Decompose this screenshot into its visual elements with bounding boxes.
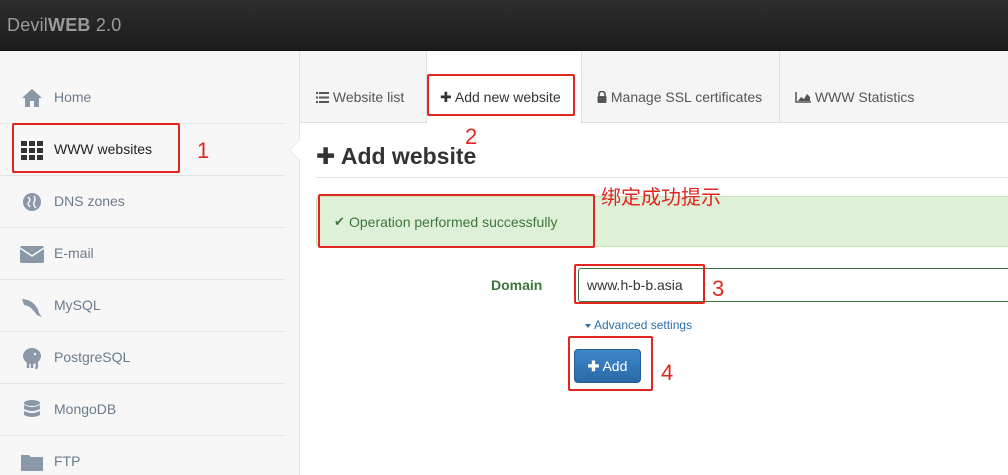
envelope-icon <box>19 246 45 263</box>
elephant-icon <box>23 348 41 370</box>
brand-version: 2.0 <box>90 15 122 35</box>
sidebar-item-label: FTP <box>54 453 81 469</box>
annotation-number-1: 1 <box>197 138 210 163</box>
tab-manage-ssl[interactable]: Manage SSL certificates <box>582 51 780 123</box>
tab-www-statistics[interactable]: WWW Statistics <box>780 51 1008 123</box>
sidebar-item-mongodb[interactable]: MongoDB <box>0 384 285 436</box>
home-icon <box>22 89 42 107</box>
annotation-box-1 <box>12 123 180 173</box>
title-divider <box>316 177 1008 178</box>
caret-down-icon <box>585 323 591 328</box>
sidebar-item-dns-zones[interactable]: DNS zones <box>0 176 285 228</box>
top-navbar: DevilWEB 2.0 <box>0 0 1008 51</box>
tab-website-list[interactable]: Website list <box>300 51 427 123</box>
annotation-box-2 <box>427 74 575 116</box>
advanced-settings-text: Advanced settings <box>594 318 693 332</box>
brand-bold-text: WEB <box>48 15 91 35</box>
dolphin-icon <box>22 299 42 317</box>
plus-icon: ✚ <box>316 143 336 169</box>
annotation-box-3 <box>574 264 705 304</box>
sidebar-item-mysql[interactable]: MySQL <box>0 280 285 332</box>
advanced-settings-link[interactable]: Advanced settings <box>585 318 692 332</box>
annotation-box-success <box>318 194 595 248</box>
database-icon <box>24 400 40 417</box>
sidebar-item-home[interactable]: Home <box>0 72 285 124</box>
chart-icon <box>795 92 811 103</box>
annotation-number-3: 3 <box>712 276 725 301</box>
globe-icon <box>23 193 41 211</box>
lock-icon <box>597 90 607 103</box>
sidebar-item-label: E-mail <box>54 245 94 261</box>
page-title: ✚ Add website <box>316 143 476 170</box>
tab-label: WWW Statistics <box>814 89 915 105</box>
annotation-box-4 <box>568 336 653 391</box>
annotation-number-2: 2 <box>465 124 478 149</box>
sidebar-item-label: DNS zones <box>54 193 125 209</box>
annotation-success-note: 绑定成功提示 <box>601 185 721 209</box>
folder-icon <box>21 455 43 471</box>
sidebar-item-label: Home <box>54 89 92 105</box>
sidebar-item-email[interactable]: E-mail <box>0 228 285 280</box>
tab-label: Website list <box>332 89 405 105</box>
sidebar-item-label: MongoDB <box>54 401 117 417</box>
sidebar-item-ftp[interactable]: FTP <box>0 436 285 475</box>
domain-label: Domain <box>491 277 543 293</box>
annotation-number-4: 4 <box>661 360 674 385</box>
list-icon <box>316 92 329 103</box>
active-pointer <box>290 140 300 160</box>
sidebar-item-postgresql[interactable]: PostgreSQL <box>0 332 285 384</box>
sidebar-item-label: PostgreSQL <box>54 349 131 365</box>
app-brand[interactable]: DevilWEB 2.0 <box>7 15 121 36</box>
page-title-text: Add website <box>340 143 477 169</box>
sidebar-item-label: MySQL <box>54 297 101 313</box>
brand-text: Devil <box>7 15 49 35</box>
tab-bar: Website list ✚ Add new website Manage SS… <box>300 51 1008 124</box>
tab-label: Manage SSL certificates <box>610 89 763 105</box>
